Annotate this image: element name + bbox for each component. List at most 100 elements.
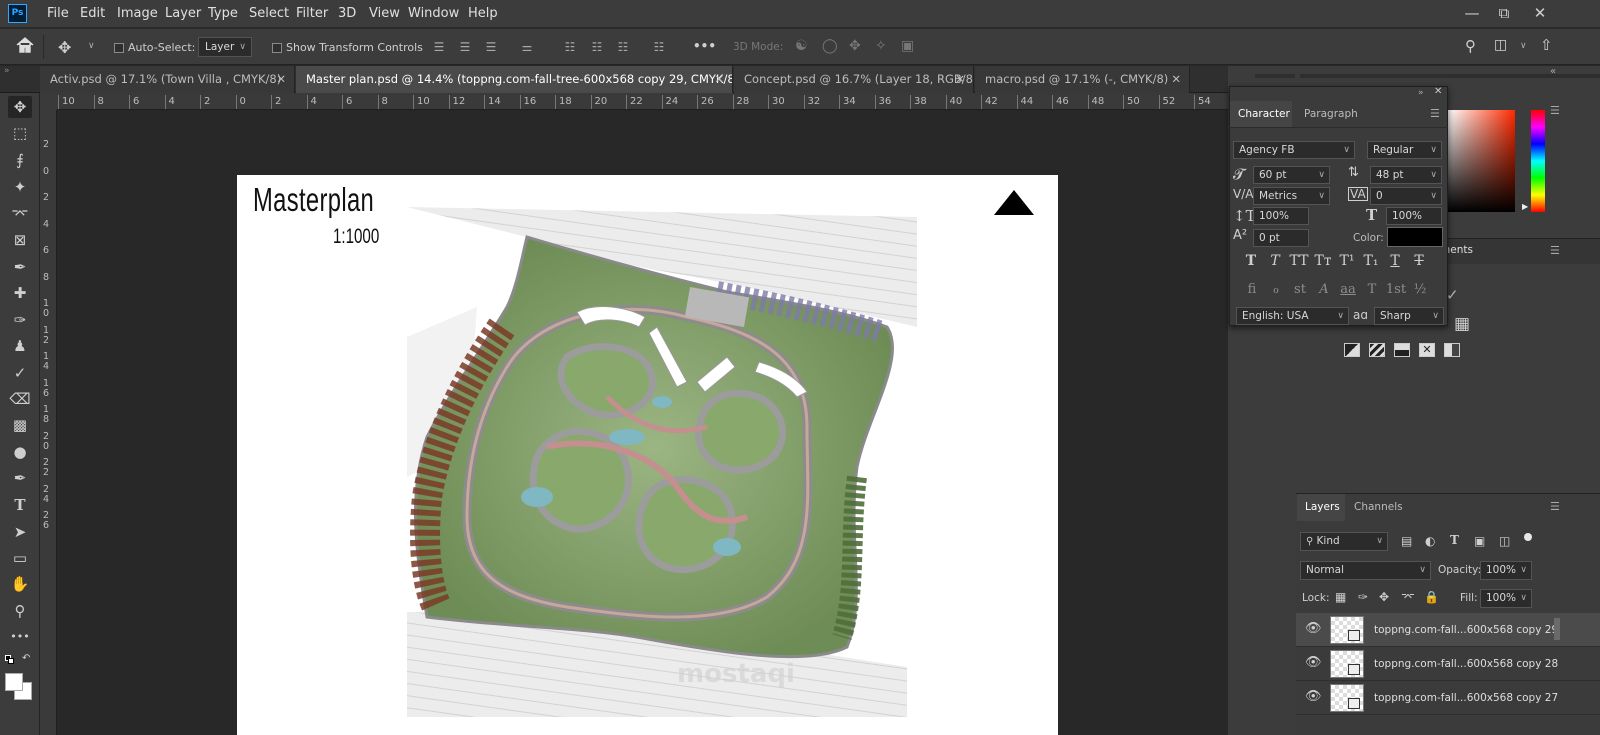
filter-shape-icon[interactable]: ▣ <box>1474 534 1485 548</box>
move-tool-icon[interactable]: ✥ <box>58 38 71 57</box>
tab-concept[interactable]: Concept.psd @ 16.7% (Layer 18, RGB/8) ✕ <box>734 66 974 93</box>
lock-artboard-icon[interactable]: ⌤ <box>1401 590 1415 604</box>
typo-style-button[interactable]: T <box>1385 253 1405 269</box>
menu-select[interactable]: Select <box>249 6 289 21</box>
lock-transparency-icon[interactable]: ▦ <box>1335 590 1346 604</box>
tracking-field[interactable]: 0 ∨ <box>1370 187 1442 205</box>
tab-master-plan[interactable]: Master plan.psd @ 14.4% (toppng.com-fall… <box>296 66 733 93</box>
lock-pixels-icon[interactable]: ✑ <box>1358 590 1368 604</box>
grid-adjust-icon[interactable]: ▦ <box>1454 314 1470 334</box>
color-picker-field[interactable] <box>1448 110 1515 212</box>
chevron-down-icon[interactable]: ∨ <box>88 41 95 51</box>
panel-menu-icon[interactable]: ☰ <box>1550 244 1560 257</box>
brush-tool-icon[interactable]: ✑ <box>8 309 32 331</box>
menu-view[interactable]: View <box>369 6 400 21</box>
tab-paragraph[interactable]: Paragraph <box>1304 101 1358 127</box>
opentype-feature-button[interactable]: st <box>1289 282 1311 297</box>
collapse-panel-icon[interactable]: » <box>1418 88 1424 98</box>
dock-grip[interactable] <box>1255 74 1295 78</box>
panel-menu-icon[interactable]: ☰ <box>1550 104 1560 117</box>
frame-tool-icon[interactable]: ⊠ <box>8 229 32 251</box>
layer-row[interactable]: 👁 toppng.com-fall...600x568 copy 27 <box>1296 681 1600 715</box>
document-canvas[interactable]: Masterplan 1:1000 mostaqi <box>237 175 1058 735</box>
panel-menu-icon[interactable]: ☰ <box>1430 107 1440 120</box>
3d-slide-icon[interactable]: ✧ <box>875 38 887 54</box>
home-button[interactable] <box>14 35 44 59</box>
font-size-field[interactable]: 60 pt ∨ <box>1253 166 1330 184</box>
font-family-dropdown[interactable]: Agency FB ∨ <box>1233 141 1355 159</box>
opentype-feature-button[interactable]: fi <box>1241 282 1263 297</box>
magic-wand-icon[interactable]: ✦ <box>8 176 32 198</box>
baseline-shift-field[interactable]: 0 pt <box>1253 229 1309 247</box>
search-icon[interactable]: ⚲ <box>1465 37 1476 55</box>
align-left-icon[interactable]: ☰ <box>432 40 446 54</box>
healing-brush-icon[interactable]: ✚ <box>8 282 32 304</box>
crop-tool-icon[interactable]: ⌤ <box>8 203 32 225</box>
filter-type-icon[interactable]: T <box>1450 533 1459 547</box>
visibility-eye-icon[interactable]: 👁 <box>1305 655 1322 670</box>
pen-tool-icon[interactable]: ✒ <box>8 467 32 489</box>
visibility-eye-icon[interactable]: 👁 <box>1305 621 1322 636</box>
auto-select-dropdown[interactable]: Layer ∨ <box>198 37 252 57</box>
opentype-feature-button[interactable]: T <box>1361 282 1383 297</box>
blur-tool-icon[interactable]: ● <box>8 441 32 463</box>
show-transform-checkbox[interactable] <box>272 43 282 53</box>
type-tool-icon[interactable]: T <box>8 494 32 516</box>
layers-scrollbar-thumb[interactable] <box>1554 618 1560 640</box>
photo-filter-icon[interactable] <box>1344 343 1360 357</box>
filter-smart-object-icon[interactable]: ◫ <box>1499 534 1510 548</box>
typo-style-button[interactable]: Tᴛ <box>1313 253 1333 269</box>
collapse-dock-icon[interactable]: « <box>1550 66 1556 77</box>
close-tab-icon[interactable]: ✕ <box>955 66 965 93</box>
move-tool-icon[interactable]: ✥ <box>8 96 32 118</box>
distribute-vertical-icon[interactable]: ☷ <box>652 40 666 54</box>
gradient-tool-icon[interactable]: ▩ <box>8 414 32 436</box>
invert-icon[interactable] <box>1394 343 1410 357</box>
opentype-feature-button[interactable]: aa <box>1337 282 1359 297</box>
hand-tool-icon[interactable]: ✋ <box>8 573 32 595</box>
collapse-toolbar-icon[interactable]: » <box>4 66 10 76</box>
3d-roll-icon[interactable]: ◯ <box>822 38 838 54</box>
opentype-feature-button[interactable]: ½ <box>1409 282 1431 297</box>
lock-all-icon[interactable]: 🔒 <box>1424 590 1439 604</box>
close-tab-icon[interactable]: ✕ <box>714 66 724 93</box>
posterize-icon[interactable]: ✕ <box>1419 343 1435 357</box>
align-top-icon[interactable]: ☷ <box>563 40 577 54</box>
filter-pixel-icon[interactable]: ▤ <box>1401 534 1412 548</box>
close-tab-icon[interactable]: ✕ <box>276 66 286 93</box>
fill-field[interactable]: 100% ∨ <box>1480 589 1532 608</box>
swap-colors-icon[interactable]: ↶ <box>22 653 30 664</box>
align-hcenter-icon[interactable]: ☰ <box>458 40 472 54</box>
3d-orbit-icon[interactable]: ☯ <box>795 38 808 54</box>
auto-select-checkbox[interactable] <box>114 43 124 53</box>
typo-style-button[interactable]: T¹ <box>1337 253 1357 269</box>
language-dropdown[interactable]: English: USA ∨ <box>1236 307 1349 325</box>
antialias-dropdown[interactable]: Sharp ∨ <box>1374 307 1444 325</box>
tab-character[interactable]: Character <box>1230 101 1292 127</box>
hue-slider-handle-icon[interactable]: ▶ <box>1522 202 1528 211</box>
typo-style-button[interactable]: T <box>1409 253 1429 269</box>
typo-style-button[interactable]: T₁ <box>1361 253 1381 269</box>
threshold-icon[interactable] <box>1444 343 1460 357</box>
hue-slider[interactable] <box>1531 110 1545 212</box>
menu-help[interactable]: Help <box>468 6 498 21</box>
lock-position-icon[interactable]: ✥ <box>1379 590 1389 604</box>
panel-menu-icon[interactable]: ☰ <box>1550 500 1560 513</box>
visibility-eye-icon[interactable]: 👁 <box>1305 689 1322 704</box>
blend-mode-dropdown[interactable]: Normal ∨ <box>1300 561 1431 580</box>
clone-stamp-icon[interactable]: ♟ <box>8 335 32 357</box>
menu-window[interactable]: Window <box>408 6 459 21</box>
edit-toolbar-icon[interactable]: ••• <box>8 626 32 648</box>
distribute-icon[interactable]: ⚌ <box>520 40 534 54</box>
tab-macro[interactable]: macro.psd @ 17.1% (-, CMYK/8) ✕ <box>975 66 1190 93</box>
layer-row[interactable]: 👁 toppng.com-fall...600x568 copy 28 <box>1296 647 1600 681</box>
menu-type[interactable]: Type <box>208 6 238 21</box>
horizontal-scale-field[interactable]: 100% <box>1386 207 1442 225</box>
align-vcenter-icon[interactable]: ☷ <box>590 40 604 54</box>
align-right-icon[interactable]: ☰ <box>484 40 498 54</box>
close-panel-icon[interactable]: ✕ <box>1434 86 1442 97</box>
tab-layers[interactable]: Layers <box>1297 494 1345 521</box>
opentype-feature-button[interactable]: ℴ <box>1265 282 1287 297</box>
typo-style-button[interactable]: TT <box>1289 253 1309 269</box>
marquee-tool-icon[interactable]: ⬚ <box>8 122 32 144</box>
